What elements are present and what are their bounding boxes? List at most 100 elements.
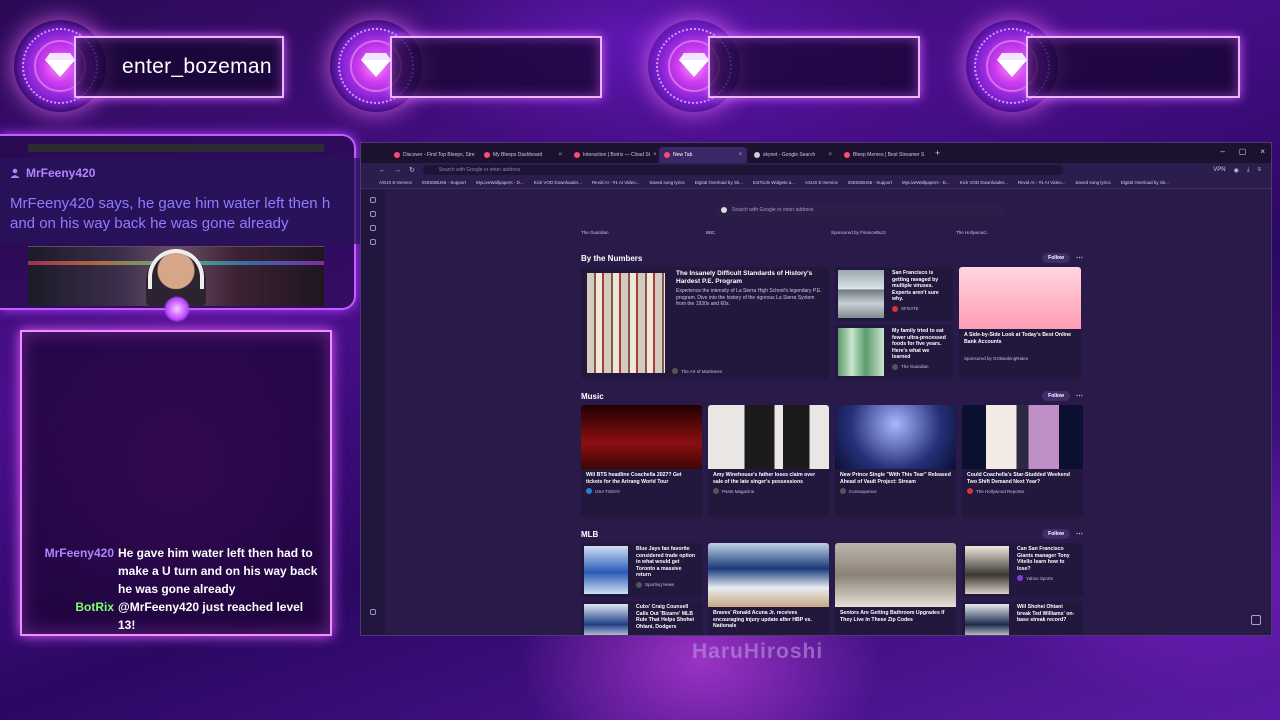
vpn-badge[interactable]: VPN — [1213, 167, 1225, 174]
close-icon[interactable]: × — [738, 152, 742, 158]
sidebar-icon[interactable] — [370, 239, 376, 245]
google-icon — [721, 207, 727, 213]
bookmark-item[interactable]: Kick VOD Downloader... — [960, 180, 1008, 185]
diamond-icon — [45, 53, 75, 77]
forward-icon[interactable]: → — [394, 167, 401, 174]
follow-button[interactable]: Follow — [1042, 253, 1070, 263]
card-image — [965, 604, 1009, 635]
card-title: Braves' Ronald Acuna Jr. receives encour… — [713, 610, 812, 629]
bookmark-item[interactable]: ASUS E-Service — [379, 180, 412, 185]
card-source: SFGATE — [901, 306, 919, 311]
bookmark-item[interactable]: Digital Overload by Sk... — [1121, 180, 1169, 185]
chat-message: BotRix @MrFeeny420 just reached level 13… — [22, 598, 322, 634]
sidebar-icon[interactable] — [370, 211, 376, 217]
card-title: Can San Francisco Giants manager Tony Vi… — [1017, 546, 1070, 572]
chat-username: MrFeeny420 — [44, 546, 114, 560]
card-title: New Prince Single "With This Tear" Relea… — [840, 472, 951, 485]
settings-icon[interactable] — [370, 609, 376, 615]
card-source: Yahoo Sports — [1026, 575, 1053, 581]
bookmark-item[interactable]: Saved song lyrics — [649, 180, 684, 185]
section-title: By the Numbers — [581, 253, 643, 263]
name-plate-2 — [330, 20, 602, 120]
chat-highlight: MrFeeny420 MrFeeny420 says, he gave him … — [0, 158, 370, 244]
more-icon[interactable]: ⋯ — [1076, 254, 1083, 262]
close-window-icon[interactable]: × — [1260, 147, 1265, 156]
bookmark-item[interactable]: MyLiveWallpapers - D... — [902, 180, 950, 185]
address-bar[interactable]: Search with Google or enter address — [422, 165, 1063, 175]
close-icon[interactable]: × — [828, 152, 832, 158]
username-label — [390, 36, 602, 98]
close-icon[interactable]: × — [558, 152, 562, 158]
news-card[interactable]: San Francisco is getting ravaged by mult… — [835, 267, 953, 321]
bookmark-item[interactable]: IDE5SBU65 - Support — [422, 180, 466, 185]
news-card[interactable]: Will Shohei Ohtani break Ted Williams' o… — [962, 601, 1083, 635]
download-icon[interactable]: ⤓ — [1247, 167, 1250, 174]
tab-new-tab[interactable]: New Tab × — [659, 147, 747, 163]
back-icon[interactable]: ← — [379, 167, 386, 174]
news-card[interactable]: Will BTS headline Coachella 2027? Get ti… — [581, 405, 702, 517]
username-label: enter_bozeman — [74, 36, 284, 98]
bookmark-item[interactable]: ASUS E-Service — [805, 180, 838, 185]
tab-discover[interactable]: Discover - Find Top Bleeps, Stre× — [389, 147, 477, 163]
tab-bleep-memes[interactable]: Bleep Memes | Best Streamer S× — [839, 147, 927, 163]
card-source: The Hollywood Reporter — [976, 488, 1025, 494]
section-by-the-numbers: By the Numbers Follow ⋯ The Insanely Dif… — [581, 251, 1083, 379]
new-tab-button[interactable]: + — [929, 148, 946, 158]
bookmark-item[interactable]: MyLiveWallpapers - D... — [476, 180, 524, 185]
news-card[interactable]: Can San Francisco Giants manager Tony Vi… — [962, 543, 1083, 597]
more-icon[interactable]: ⋯ — [1076, 392, 1083, 400]
maximize-icon[interactable]: ▢ — [1239, 147, 1247, 156]
minimize-icon[interactable]: – — [1220, 147, 1224, 156]
card-title: The Insanely Difficult Standards of Hist… — [676, 270, 813, 285]
bookmark-item[interactable]: Saved song lyrics — [1075, 180, 1110, 185]
diamond-icon — [679, 53, 709, 77]
search-box[interactable]: Search with Google or enter address — [715, 203, 1005, 217]
news-card[interactable]: Amy Winehouse's father loses claim over … — [708, 405, 829, 517]
card-title: Blue Jays fan favorite considered trade … — [636, 546, 696, 578]
ad-card[interactable]: A Side-by-Side Look at Today's Best Onli… — [959, 267, 1081, 379]
bookmark-item[interactable]: Revid AI - #1 AI Video... — [592, 180, 639, 185]
bookmark-item[interactable]: Kick VOD Downloader... — [534, 180, 582, 185]
tab-dashboard[interactable]: My Bleeps Dashboard × — [479, 147, 567, 163]
name-plate-4 — [966, 20, 1242, 120]
section-title: Music — [581, 391, 604, 401]
follow-button[interactable]: Follow — [1042, 529, 1070, 539]
news-card[interactable]: New Prince Single "With This Tear" Relea… — [835, 405, 956, 517]
sidebar-icon[interactable] — [370, 225, 376, 231]
reload-icon[interactable]: ↻ — [409, 166, 415, 174]
news-card[interactable]: Cubs' Craig Counsell Calls Out 'Bizarre'… — [581, 601, 702, 635]
follow-button[interactable]: Follow — [1042, 391, 1070, 401]
extensions-icon[interactable]: ◉ — [1234, 167, 1239, 174]
edit-icon[interactable] — [1251, 615, 1261, 625]
news-card[interactable]: Blue Jays fan favorite considered trade … — [581, 543, 702, 597]
card-source: Sponsored by GOBankingRates — [964, 356, 1029, 361]
card-image — [587, 273, 665, 373]
card-image — [965, 546, 1009, 594]
watermark-text: HaruHiroshi — [692, 640, 824, 663]
glow-orb-icon — [164, 296, 190, 322]
news-card[interactable]: Could Coachella's Star-Studded Weekend T… — [962, 405, 1083, 517]
close-icon[interactable]: × — [653, 152, 657, 158]
card-title: Cubs' Craig Counsell Calls Out 'Bizarre'… — [636, 604, 694, 630]
name-plate-1: enter_bozeman — [14, 20, 284, 120]
news-card[interactable]: Braves' Ronald Acuna Jr. receives encour… — [708, 543, 829, 635]
tab-google-search[interactable]: skynet - Google Search × — [749, 147, 837, 163]
sidebar-icon[interactable] — [370, 197, 376, 203]
news-card[interactable]: My family tried to eat fewer ultra-proce… — [835, 325, 953, 379]
feature-card[interactable]: The Insanely Difficult Standards of Hist… — [581, 267, 829, 379]
bookmark-item[interactable]: ExtTools Widgets a... — [753, 180, 795, 185]
diamond-icon — [997, 53, 1027, 77]
tab-botrix[interactable]: Interaction | Botrix — Cloud St × — [569, 147, 657, 163]
card-image — [959, 267, 1081, 329]
bookmark-item[interactable]: Digital Overload by Sk... — [695, 180, 743, 185]
browser-sidebar — [361, 189, 385, 635]
card-image — [584, 604, 628, 635]
card-title: My family tried to eat fewer ultra-proce… — [892, 328, 946, 360]
bookmark-item[interactable]: IDE5SBU65 - Support — [848, 180, 892, 185]
more-icon[interactable]: ⋯ — [1076, 530, 1083, 538]
card-image — [838, 328, 884, 376]
chat-text: He gave him water left then had to make … — [118, 546, 318, 596]
menu-icon[interactable]: ≡ — [1257, 167, 1261, 174]
news-card[interactable]: Seniors Are Getting Bathroom Upgrades If… — [835, 543, 956, 635]
bookmark-item[interactable]: Revid AI - #1 AI Video... — [1018, 180, 1065, 185]
